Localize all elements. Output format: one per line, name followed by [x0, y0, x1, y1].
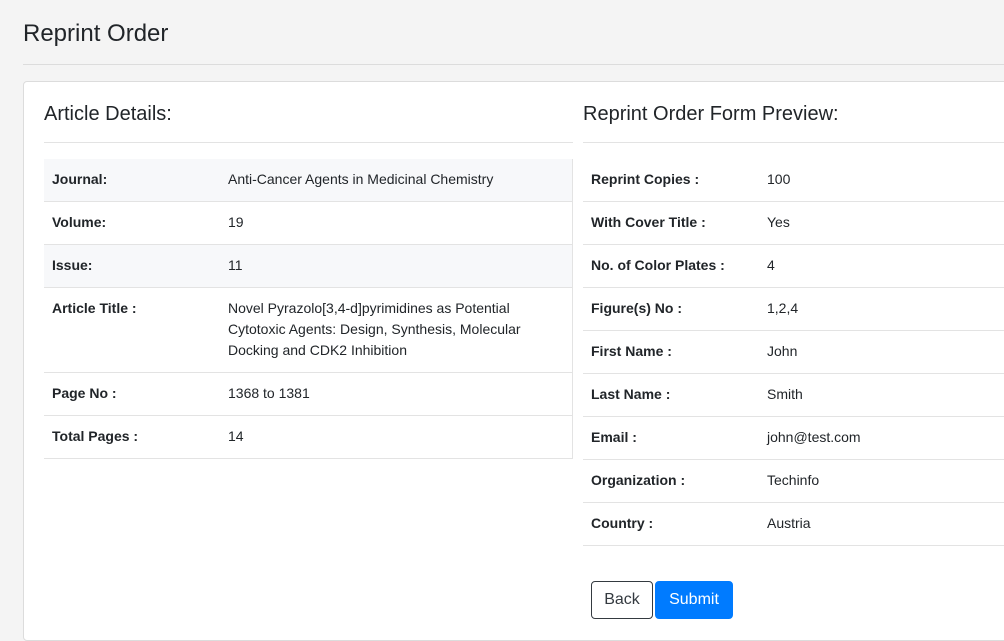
table-row: Country : Austria	[583, 502, 1004, 546]
article-title-value: Novel Pyrazolo[3,4-d]pyrimidines as Pote…	[220, 287, 573, 373]
figures-no-value: 1,2,4	[759, 287, 1004, 331]
volume-label: Volume:	[44, 201, 220, 245]
table-row: Last Name : Smith	[583, 373, 1004, 417]
table-row: Total Pages : 14	[44, 415, 573, 459]
cover-title-label: With Cover Title :	[583, 201, 759, 245]
table-row: No. of Color Plates : 4	[583, 244, 1004, 288]
table-row: Reprint Copies : 100	[583, 159, 1004, 202]
reprint-copies-label: Reprint Copies :	[583, 159, 759, 202]
page-no-label: Page No :	[44, 372, 220, 416]
journal-value: Anti-Cancer Agents in Medicinal Chemistr…	[220, 159, 573, 202]
first-name-label: First Name :	[583, 330, 759, 374]
organization-value: Techinfo	[759, 459, 1004, 503]
first-name-value: John	[759, 330, 1004, 374]
table-row: Volume: 19	[44, 201, 573, 245]
table-row: With Cover Title : Yes	[583, 201, 1004, 245]
article-details-divider	[44, 142, 573, 143]
page-title: Reprint Order	[23, 20, 169, 47]
order-preview-divider	[583, 142, 1004, 143]
table-row: Page No : 1368 to 1381	[44, 372, 573, 416]
table-row: Email : john@test.com	[583, 416, 1004, 460]
total-pages-label: Total Pages :	[44, 415, 220, 459]
email-label: Email :	[583, 416, 759, 460]
page-no-value: 1368 to 1381	[220, 372, 573, 416]
back-button[interactable]: Back	[591, 581, 653, 619]
article-details-heading: Article Details:	[44, 103, 172, 125]
country-value: Austria	[759, 502, 1004, 546]
color-plates-value: 4	[759, 244, 1004, 288]
total-pages-value: 14	[220, 415, 573, 459]
country-label: Country :	[583, 502, 759, 546]
table-row: Journal: Anti-Cancer Agents in Medicinal…	[44, 159, 573, 202]
title-divider	[23, 64, 1004, 65]
table-row: First Name : John	[583, 330, 1004, 374]
article-details-table: Journal: Anti-Cancer Agents in Medicinal…	[44, 159, 573, 459]
order-preview-table: Reprint Copies : 100 With Cover Title : …	[583, 159, 1004, 546]
email-value: john@test.com	[759, 416, 1004, 460]
last-name-label: Last Name :	[583, 373, 759, 417]
issue-label: Issue:	[44, 244, 220, 288]
issue-value: 11	[220, 244, 573, 288]
reprint-copies-value: 100	[759, 159, 1004, 202]
volume-value: 19	[220, 201, 573, 245]
cover-title-value: Yes	[759, 201, 1004, 245]
last-name-value: Smith	[759, 373, 1004, 417]
organization-label: Organization :	[583, 459, 759, 503]
submit-button[interactable]: Submit	[655, 581, 733, 619]
order-preview-heading: Reprint Order Form Preview:	[583, 103, 839, 125]
table-row: Article Title : Novel Pyrazolo[3,4-d]pyr…	[44, 287, 573, 373]
reprint-order-card: Article Details: Journal: Anti-Cancer Ag…	[23, 81, 1004, 641]
journal-label: Journal:	[44, 159, 220, 202]
table-row: Organization : Techinfo	[583, 459, 1004, 503]
table-row: Figure(s) No : 1,2,4	[583, 287, 1004, 331]
table-row: Issue: 11	[44, 244, 573, 288]
color-plates-label: No. of Color Plates :	[583, 244, 759, 288]
figures-no-label: Figure(s) No :	[583, 287, 759, 331]
article-title-label: Article Title :	[44, 287, 220, 373]
